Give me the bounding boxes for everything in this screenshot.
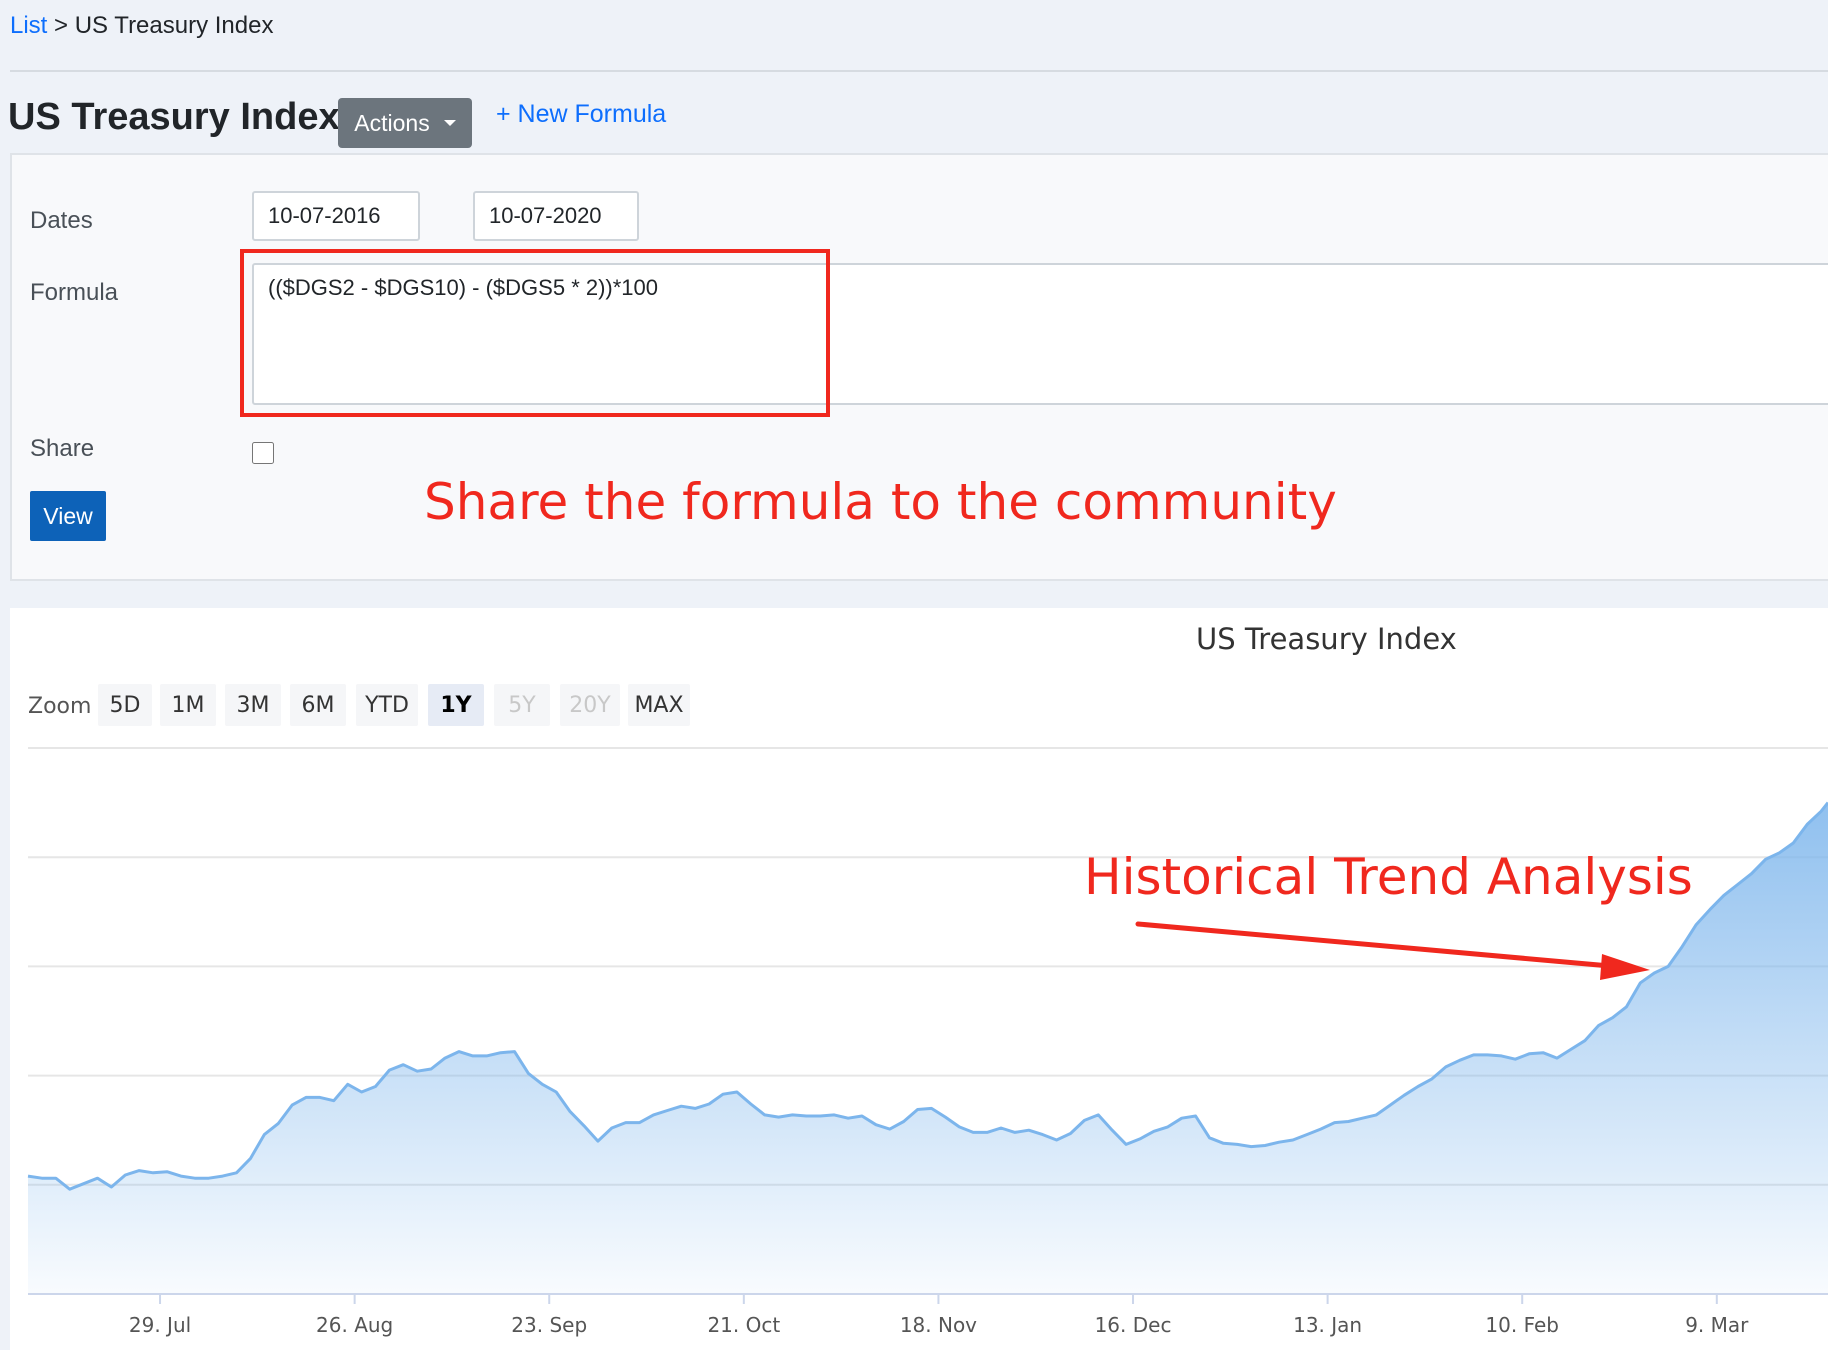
view-button[interactable]: View <box>30 491 106 541</box>
share-checkbox[interactable] <box>252 442 274 464</box>
chart-title: US Treasury Index <box>1196 622 1457 656</box>
dates-label: Dates <box>30 207 93 234</box>
zoom-button-3m[interactable]: 3M <box>225 684 281 726</box>
zoom-label: Zoom <box>28 694 92 719</box>
x-tick-label: 9. Mar <box>1685 1313 1749 1337</box>
share-annotation: Share the formula to the community <box>424 473 1337 531</box>
breadcrumb-list-link[interactable]: List <box>10 12 47 39</box>
x-tick-label: 21. Oct <box>707 1313 780 1337</box>
share-label: Share <box>30 435 95 462</box>
formula-form: Dates Formula (($DGS2 - $DGS10) - ($DGS5… <box>10 153 1828 581</box>
new-formula-link[interactable]: + New Formula <box>496 100 666 129</box>
caret-down-icon <box>443 120 456 126</box>
x-tick-label: 29. Jul <box>129 1313 191 1337</box>
trend-annotation: Historical Trend Analysis <box>1084 848 1693 906</box>
end-date-input[interactable] <box>473 191 639 241</box>
x-tick-label: 10. Feb <box>1485 1313 1559 1337</box>
formula-label: Formula <box>30 279 119 306</box>
zoom-button-6m[interactable]: 6M <box>290 684 346 726</box>
start-date-input[interactable] <box>252 191 420 241</box>
x-tick-label: 26. Aug <box>316 1313 393 1337</box>
formula-textarea[interactable]: (($DGS2 - $DGS10) - ($DGS5 * 2))*100 <box>252 263 1828 405</box>
treasury-index-chart: 29. Jul 26. Aug 23. Sep 21. Oct 18. Nov 16. D… <box>27 747 1828 1337</box>
x-tick-label: 23. Sep <box>511 1313 587 1337</box>
x-tick-label: 16. Dec <box>1095 1313 1172 1337</box>
zoom-button-20y: 20Y <box>560 684 620 726</box>
annotation-arrow-shaft <box>1135 921 1613 969</box>
zoom-button-5y: 5Y <box>494 684 550 726</box>
zoom-button-ytd[interactable]: YTD <box>356 684 418 726</box>
zoom-button-1y[interactable]: 1Y <box>428 684 484 726</box>
breadcrumb-separator: > <box>47 12 75 39</box>
header-divider <box>10 70 1828 72</box>
zoom-button-1m[interactable]: 1M <box>160 684 216 726</box>
chart-panel: 29. Jul 26. Aug 23. Sep 21. Oct 18. Nov 16. D… <box>10 608 1828 1350</box>
x-tick-label: 18. Nov <box>900 1313 977 1337</box>
x-tick-label: 13. Jan <box>1293 1313 1362 1337</box>
zoom-button-max[interactable]: MAX <box>628 684 690 726</box>
actions-dropdown-button[interactable]: Actions <box>338 98 472 148</box>
page-title: US Treasury Index <box>8 96 340 138</box>
breadcrumb: List > US Treasury Index <box>10 12 273 40</box>
breadcrumb-current: US Treasury Index <box>74 12 274 39</box>
zoom-button-5d[interactable]: 5D <box>98 684 152 726</box>
actions-label: Actions <box>354 109 430 136</box>
